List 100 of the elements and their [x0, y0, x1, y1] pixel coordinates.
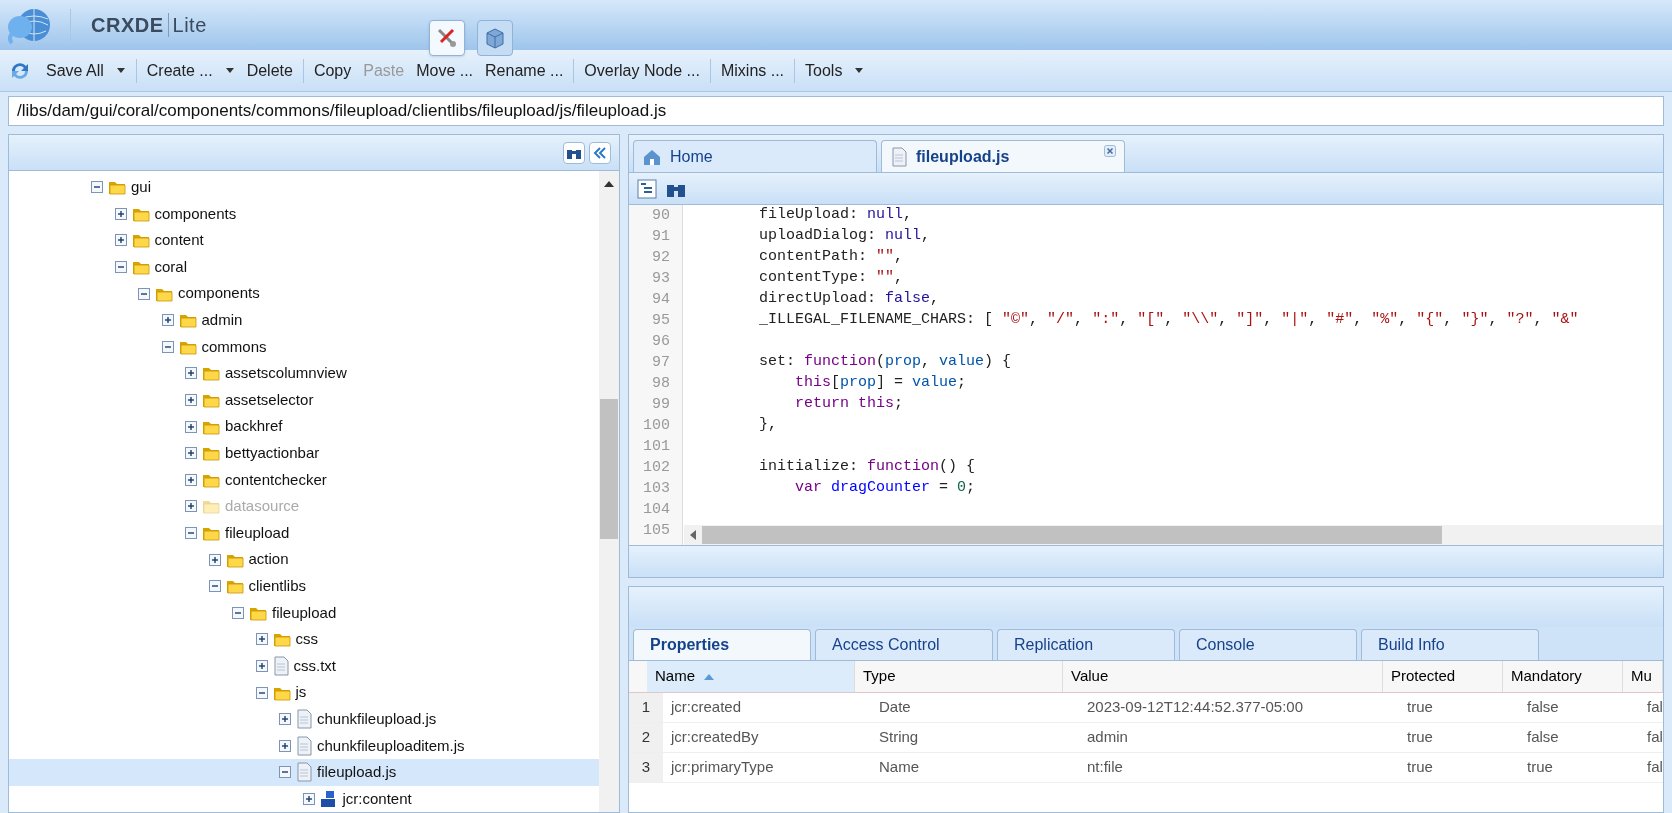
table-cell-text: fal [1646, 757, 1663, 778]
mode-tab[interactable] [476, 20, 513, 56]
app-title: CRXDE [91, 13, 164, 38]
code-line: var dragCounter = 0; [794, 478, 976, 499]
tree-item[interactable]: js [9, 679, 599, 706]
panel-tab[interactable]: Access Control [815, 629, 993, 660]
tree-item[interactable]: assetscolumnview [9, 360, 599, 387]
tree-item[interactable]: fileupload.js [9, 759, 599, 786]
column-header[interactable]: Mu [1623, 661, 1663, 692]
expand-icon[interactable] [302, 792, 315, 805]
mode-tab[interactable] [428, 20, 465, 56]
expand-icon[interactable] [114, 234, 127, 247]
scroll-up-icon[interactable] [603, 179, 615, 189]
tree-item[interactable]: fileupload [9, 599, 599, 627]
expand-icon[interactable] [185, 394, 197, 407]
tree-item[interactable]: action [9, 546, 599, 573]
line-number: 105 [642, 521, 671, 541]
table-cell-text: jcr:created [669, 697, 743, 718]
expand-icon[interactable] [185, 367, 197, 380]
toolbar-button[interactable]: Delete [240, 55, 299, 86]
home-icon [642, 147, 662, 166]
editor-tab[interactable]: fileupload.js [881, 140, 1125, 172]
expand-icon[interactable] [114, 207, 127, 220]
table-cell-text: fal [1646, 727, 1663, 748]
expand-icon[interactable] [161, 314, 174, 327]
tree-item[interactable]: fileupload [9, 519, 599, 547]
file-icon [295, 735, 313, 756]
scrollbar-thumb[interactable] [600, 399, 618, 539]
scrollbar[interactable] [599, 171, 619, 812]
expand-icon[interactable] [255, 633, 268, 646]
expand-icon[interactable] [255, 660, 268, 672]
close-icon[interactable] [1104, 145, 1116, 157]
tree-item[interactable]: gui [9, 174, 599, 201]
tree-item[interactable]: backhref [9, 413, 599, 440]
panel-tab[interactable]: Build Info [1361, 629, 1539, 660]
panel-tab[interactable]: Properties [633, 629, 811, 660]
collapse-icon[interactable] [279, 766, 291, 779]
collapse-icon[interactable] [138, 287, 150, 300]
tree-item[interactable]: components [9, 280, 599, 307]
table-cell-text: Name [878, 757, 920, 778]
toolbar-button[interactable]: Overlay Node ... [578, 55, 706, 86]
collapse-icon[interactable] [232, 606, 244, 619]
code-line: set: function(prop, value) { [758, 352, 1012, 373]
tree-item[interactable]: coral [9, 253, 599, 281]
toolbar-button[interactable]: Rename ... [479, 55, 570, 86]
tree-item[interactable]: chunkfileuploaditem.js [9, 732, 599, 760]
tree-item[interactable]: assetselector [9, 386, 599, 414]
tree-item[interactable]: content [9, 227, 599, 254]
collapse-panel-button[interactable] [589, 141, 611, 164]
expand-icon[interactable] [185, 420, 197, 433]
toolbar-button[interactable]: Move ... [410, 55, 480, 86]
collapse-icon[interactable] [185, 527, 197, 539]
expand-icon[interactable] [185, 473, 197, 486]
expand-icon[interactable] [185, 447, 197, 460]
horizontal-scrollbar[interactable] [684, 525, 1663, 545]
line-number: 94 [651, 290, 671, 310]
toolbar-button[interactable]: Copy [307, 55, 358, 86]
column-header[interactable]: Type [855, 661, 1063, 692]
collapse-icon[interactable] [161, 340, 174, 353]
file-icon [295, 762, 313, 783]
tree-item[interactable]: components [9, 200, 599, 228]
toolbar-button[interactable]: Tools [799, 55, 871, 86]
collapse-icon[interactable] [114, 261, 127, 274]
column-header[interactable]: Protected [1383, 661, 1503, 692]
line-number: 100 [642, 416, 671, 436]
panel-tab[interactable]: Replication [997, 629, 1175, 660]
tree-item[interactable]: css [9, 626, 599, 653]
column-header[interactable]: Name [647, 661, 855, 692]
line-number: 103 [642, 479, 671, 499]
expand-icon[interactable] [208, 553, 221, 566]
path-field[interactable]: /libs/dam/gui/coral/components/commons/fileupload/clientlibs/fileupload/js/fileupload.js [8, 96, 1664, 126]
toolbar-button[interactable]: Save All [40, 55, 132, 86]
column-header[interactable]: Value [1063, 661, 1383, 692]
tree-item[interactable]: jcr:content [9, 785, 599, 812]
search-button[interactable] [563, 141, 585, 164]
expand-icon[interactable] [279, 739, 291, 752]
column-header[interactable]: Mandatory [1503, 661, 1623, 692]
tree-item[interactable]: bettyactionbar [9, 439, 599, 467]
code-line: contentPath: "", [758, 247, 904, 268]
tree-item[interactable]: clientlibs [9, 572, 599, 600]
toolbar-button[interactable]: Mixins ... [714, 55, 791, 86]
tree-item[interactable]: admin [9, 306, 599, 334]
scroll-left-icon[interactable] [688, 529, 698, 541]
outline-icon[interactable] [637, 178, 657, 199]
table-cell-text: admin [1086, 727, 1129, 748]
tree-item[interactable]: contentchecker [9, 466, 599, 494]
line-number: 93 [651, 269, 671, 289]
toolbar-button[interactable]: Create ... [140, 55, 241, 86]
tree-item[interactable]: chunkfileupload.js [9, 705, 599, 733]
panel-tab[interactable]: Console [1179, 629, 1357, 660]
collapse-icon[interactable] [91, 181, 103, 194]
editor-tab[interactable]: Home [633, 140, 877, 172]
scrollbar-thumb[interactable] [702, 526, 1442, 544]
collapse-icon[interactable] [255, 686, 268, 699]
tree-item[interactable]: commons [9, 333, 599, 361]
code-line: fileUpload: null, [758, 205, 913, 226]
tree-item[interactable]: css.txt [9, 652, 599, 680]
collapse-icon[interactable] [208, 580, 221, 593]
table-cell-text: fal [1646, 697, 1663, 718]
expand-icon[interactable] [279, 713, 291, 726]
